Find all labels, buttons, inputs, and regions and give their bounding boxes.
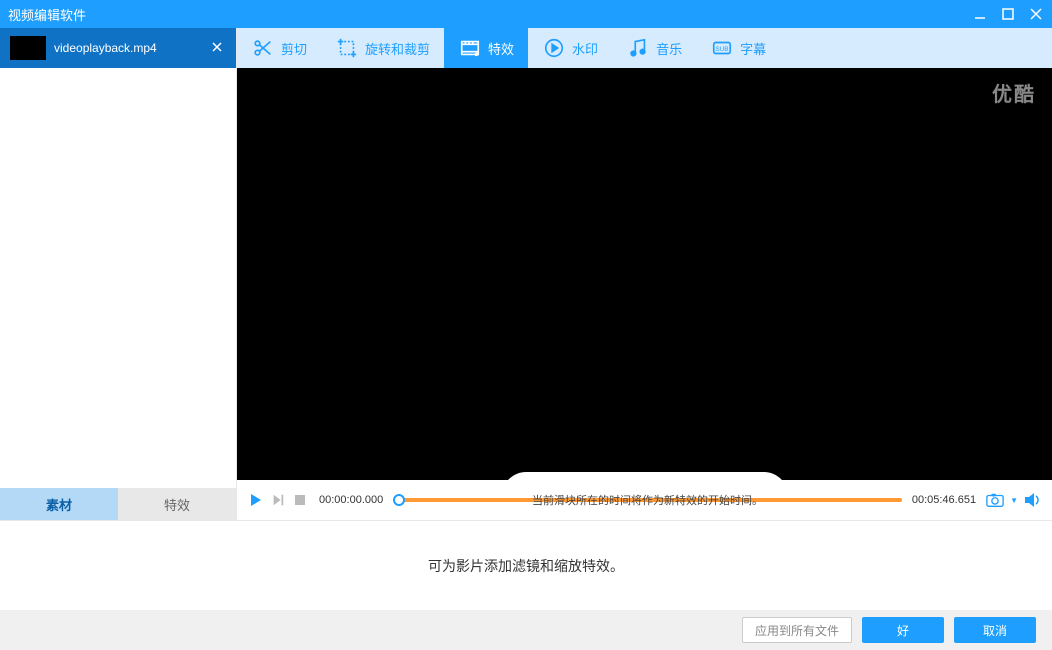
- music-icon: [626, 36, 650, 60]
- toolbar-watermark[interactable]: 水印: [528, 28, 612, 68]
- toolbar-music-label: 音乐: [656, 39, 682, 58]
- toolbar-music[interactable]: 音乐: [612, 28, 696, 68]
- sidebar-tabs: 素材 特效: [0, 488, 236, 520]
- timeline-track[interactable]: 当前滑块所在的时间将作为新特效的开始时间。: [393, 490, 902, 510]
- toolbar-subtitle[interactable]: SUB 字幕: [696, 28, 780, 68]
- filmstrip-icon: [458, 36, 482, 60]
- crop-icon: [335, 36, 359, 60]
- close-button[interactable]: [1028, 6, 1044, 22]
- track-handle[interactable]: [393, 494, 405, 506]
- file-close-button[interactable]: [208, 41, 226, 55]
- minimize-button[interactable]: [972, 6, 988, 22]
- tab-effects[interactable]: 特效: [118, 488, 236, 520]
- volume-button[interactable]: [1024, 491, 1042, 509]
- toolbar-effects-label: 特效: [488, 39, 514, 58]
- scissors-icon: [251, 36, 275, 60]
- toolbar-effects[interactable]: 特效: [444, 28, 528, 68]
- toolbar-subtitle-label: 字幕: [740, 39, 766, 58]
- time-start: 00:00:00.000: [319, 494, 383, 506]
- chevron-down-icon[interactable]: ▼: [1010, 496, 1018, 505]
- file-name: videoplayback.mp4: [54, 41, 208, 55]
- timeline: 00:00:00.000 当前滑块所在的时间将作为新特效的开始时间。 00:05…: [237, 480, 1052, 520]
- bottom-bar: 应用到所有文件 好 取消: [0, 610, 1052, 650]
- subtitle-icon: SUB: [710, 36, 734, 60]
- cancel-button[interactable]: 取消: [954, 617, 1036, 643]
- toolbar-rotate-label: 旋转和裁剪: [365, 39, 430, 58]
- snapshot-button[interactable]: [986, 491, 1004, 509]
- next-frame-button[interactable]: [269, 491, 287, 509]
- view-controls: ▼: [986, 491, 1042, 509]
- titlebar: 视频编辑软件: [0, 0, 1052, 28]
- sidebar: videoplayback.mp4 素材 特效: [0, 28, 237, 520]
- video-watermark: 优酷: [992, 78, 1036, 107]
- video-preview[interactable]: 优酷: [237, 68, 1052, 480]
- stop-button[interactable]: [291, 491, 309, 509]
- apply-all-button[interactable]: 应用到所有文件: [742, 617, 852, 643]
- toolbar-cut-label: 剪切: [281, 39, 307, 58]
- tab-material[interactable]: 素材: [0, 488, 118, 520]
- play-controls: [247, 491, 309, 509]
- bottom-panel: 可为影片添加滤镜和缩放特效。 应用到所有文件 好 取消: [0, 520, 1052, 650]
- watermark-icon: [542, 36, 566, 60]
- window-title: 视频编辑软件: [8, 5, 972, 24]
- maximize-button[interactable]: [1000, 6, 1016, 22]
- toolbar: 剪切 旋转和裁剪 特效 水印: [237, 28, 1052, 68]
- timeline-hint: 当前滑块所在的时间将作为新特效的开始时间。: [532, 492, 763, 508]
- bottom-description: 可为影片添加滤镜和缩放特效。: [0, 521, 1052, 610]
- play-button[interactable]: [247, 491, 265, 509]
- file-item[interactable]: videoplayback.mp4: [0, 28, 236, 68]
- toolbar-cut[interactable]: 剪切: [237, 28, 321, 68]
- file-thumbnail: [10, 36, 46, 60]
- toolbar-rotate[interactable]: 旋转和裁剪: [321, 28, 444, 68]
- ok-button[interactable]: 好: [862, 617, 944, 643]
- toolbar-watermark-label: 水印: [572, 39, 598, 58]
- svg-text:SUB: SUB: [715, 46, 728, 53]
- window-controls: [972, 6, 1044, 22]
- time-end: 00:05:46.651: [912, 494, 976, 506]
